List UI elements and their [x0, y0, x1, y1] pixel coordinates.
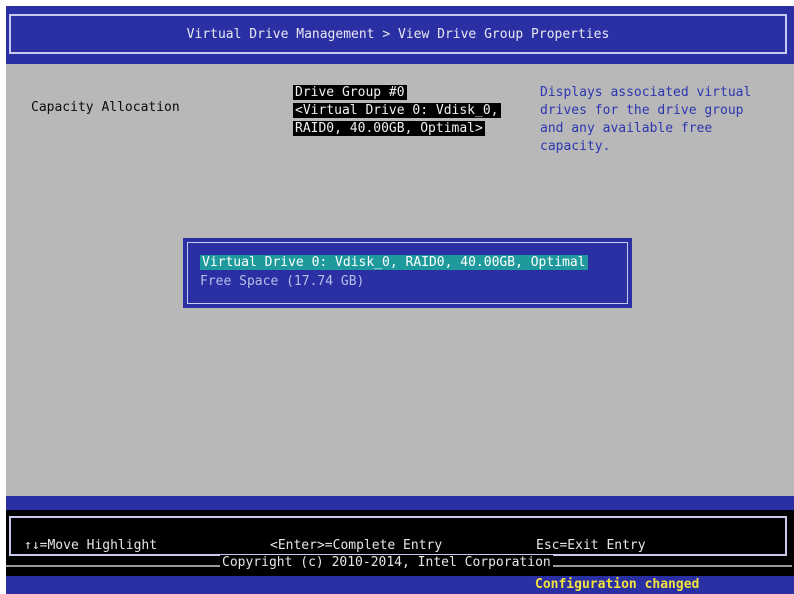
title-frame: Virtual Drive Management > View Drive Gr…: [9, 14, 787, 54]
title-bar: Virtual Drive Management > View Drive Gr…: [6, 6, 794, 64]
footer-band: [6, 496, 794, 510]
page-title: Virtual Drive Management > View Drive Gr…: [186, 27, 610, 42]
key-complete-entry: <Enter>=Complete Entry: [270, 538, 443, 553]
capacity-popup: Virtual Drive 0: Vdisk_0, RAID0, 40.00GB…: [183, 238, 632, 308]
help-text: Displays associated virtual drives for t…: [540, 85, 752, 154]
option-virtual-drive-0[interactable]: Virtual Drive 0: Vdisk_0, RAID0, 40.00GB…: [200, 255, 588, 270]
copyright-text: Copyright (c) 2010-2014, Intel Corporati…: [220, 555, 553, 570]
option-free-space[interactable]: Free Space (17.74 GB): [200, 274, 364, 289]
capacity-allocation-label: Capacity Allocation: [31, 100, 180, 115]
field-value-line: RAID0, 40.00GB, Optimal>: [293, 121, 485, 136]
field-value-line: <Virtual Drive 0: Vdisk_0,: [293, 103, 501, 118]
status-message: Configuration changed: [535, 577, 700, 592]
capacity-allocation-value[interactable]: Drive Group #0 <Virtual Drive 0: Vdisk_0…: [293, 84, 501, 138]
field-value-line: Drive Group #0: [293, 85, 407, 100]
bios-screen: Virtual Drive Management > View Drive Gr…: [6, 6, 794, 594]
popup-frame: Virtual Drive 0: Vdisk_0, RAID0, 40.00GB…: [187, 242, 628, 304]
properties-panel: Capacity Allocation Drive Group #0 <Virt…: [6, 64, 794, 496]
key-exit-entry: Esc=Exit Entry: [536, 538, 646, 553]
key-move-highlight: ↑↓=Move Highlight: [24, 538, 158, 553]
footer: ↑↓=Move Highlight <Enter>=Complete Entry…: [6, 496, 794, 594]
